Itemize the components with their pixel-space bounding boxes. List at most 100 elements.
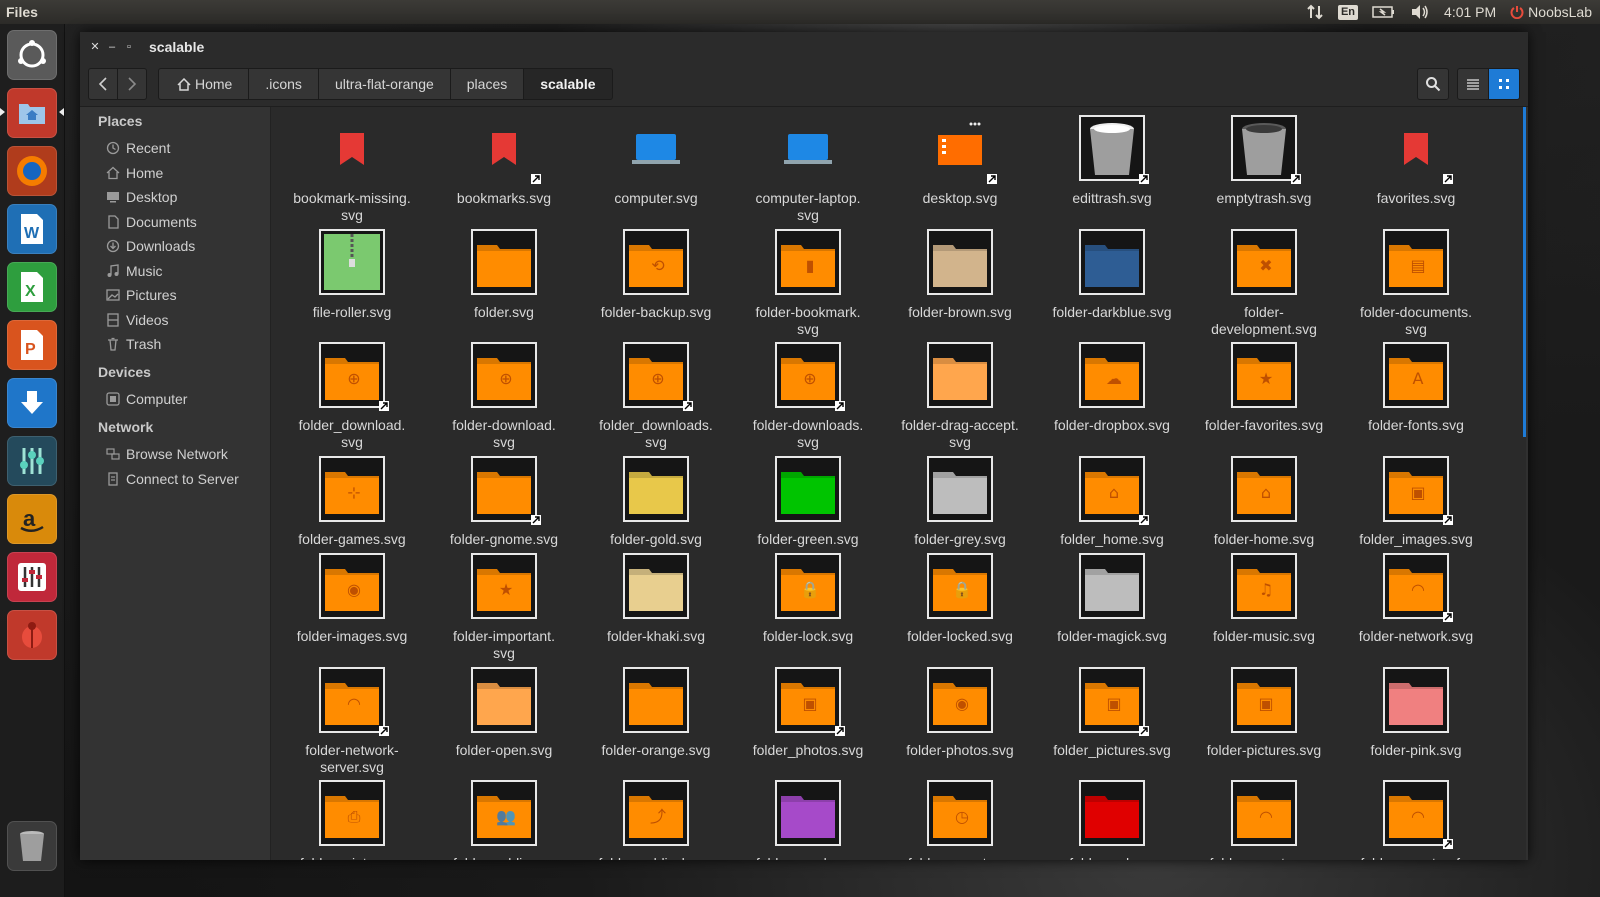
volume-icon[interactable] <box>1410 0 1430 24</box>
file-item[interactable]: ▣ folder_photos.svg <box>733 667 883 777</box>
breadcrumb-item[interactable]: scalable <box>524 68 613 100</box>
libreoffice-impress-icon[interactable]: P <box>7 320 57 370</box>
file-item[interactable]: computer-laptop. svg <box>733 115 883 225</box>
file-item[interactable]: ◷ folder-recent.svg <box>885 780 1035 860</box>
file-item[interactable]: ▣ folder_images.svg <box>1341 456 1491 566</box>
file-item[interactable]: folder-magick.svg <box>1037 553 1187 663</box>
file-item[interactable]: emptytrash.svg <box>1189 115 1339 225</box>
file-item[interactable]: file-roller.svg <box>277 229 427 339</box>
file-item[interactable]: folder-open.svg <box>429 667 579 777</box>
breadcrumb-item[interactable]: ultra-flat-orange <box>318 68 451 100</box>
ubuntu-dash-icon[interactable] <box>7 30 57 80</box>
network-transfer-icon[interactable] <box>1306 0 1324 24</box>
file-item[interactable]: folder-orange.svg <box>581 667 731 777</box>
file-item[interactable]: folder-brown.svg <box>885 229 1035 339</box>
sidebar-item-videos[interactable]: Videos <box>106 309 169 331</box>
sidebar-item-home[interactable]: Home <box>106 162 163 184</box>
file-item[interactable]: bookmark-missing. svg <box>277 115 427 225</box>
file-item[interactable]: 🔒 folder-lock.svg <box>733 553 883 663</box>
file-item[interactable]: folder-gnome.svg <box>429 456 579 566</box>
bug-report-icon[interactable] <box>7 610 57 660</box>
file-item[interactable]: ◠ folder-network.svg <box>1341 553 1491 663</box>
mixer-app-icon[interactable] <box>7 552 57 602</box>
file-item[interactable]: edittrash.svg <box>1037 115 1187 225</box>
file-item[interactable]: folder-red.svg <box>1037 780 1187 860</box>
minimize-icon[interactable]: – <box>106 41 118 53</box>
file-item[interactable]: ⊕ folder_download. svg <box>277 342 427 452</box>
window-titlebar[interactable]: ✕ – ▫ scalable <box>80 32 1528 62</box>
file-item[interactable]: ⌂ folder-home.svg <box>1189 456 1339 566</box>
list-view-button[interactable] <box>1457 68 1489 100</box>
file-item[interactable]: ⊕ folder_downloads. svg <box>581 342 731 452</box>
file-item[interactable]: ◠ folder-remote.svg <box>1189 780 1339 860</box>
sidebar-item-computer[interactable]: Computer <box>106 388 187 410</box>
file-item[interactable]: ☁ folder-dropbox.svg <box>1037 342 1187 452</box>
scrollbar[interactable] <box>1523 107 1526 437</box>
sidebar-item-documents[interactable]: Documents <box>106 211 197 233</box>
libreoffice-writer-icon[interactable]: W <box>7 204 57 254</box>
amazon-icon[interactable]: a <box>7 494 57 544</box>
file-item[interactable]: computer.svg <box>581 115 731 225</box>
keyboard-layout-indicator[interactable]: En <box>1337 0 1359 24</box>
close-icon[interactable]: ✕ <box>89 41 101 53</box>
sidebar-item-downloads[interactable]: Downloads <box>106 235 195 257</box>
maximize-icon[interactable]: ▫ <box>123 41 135 53</box>
sidebar-item-trash[interactable]: Trash <box>106 333 161 355</box>
sidebar-item-music[interactable]: Music <box>106 260 163 282</box>
file-item[interactable]: ⟲ folder-backup.svg <box>581 229 731 339</box>
file-item[interactable]: folder-khaki.svg <box>581 553 731 663</box>
file-item[interactable]: ⊕ folder-download. svg <box>429 342 579 452</box>
file-item[interactable]: desktop.svg <box>885 115 1035 225</box>
file-item[interactable]: 🔒 folder-locked.svg <box>885 553 1035 663</box>
sidebar-item-browse-network[interactable]: Browse Network <box>106 443 228 465</box>
file-item[interactable]: ⊕ folder-downloads. svg <box>733 342 883 452</box>
file-item[interactable]: ♫ folder-music.svg <box>1189 553 1339 663</box>
file-item[interactable]: folder-gold.svg <box>581 456 731 566</box>
file-item[interactable]: ★ folder-favorites.svg <box>1189 342 1339 452</box>
session-menu[interactable]: NoobsLab <box>1510 0 1592 24</box>
battery-icon[interactable] <box>1372 0 1396 24</box>
file-item[interactable]: folder-grey.svg <box>885 456 1035 566</box>
file-item[interactable]: ◉ folder-images.svg <box>277 553 427 663</box>
file-item[interactable]: 👥 folder-public.svg <box>429 780 579 860</box>
file-item[interactable]: ⊹ folder-games.svg <box>277 456 427 566</box>
system-settings-icon[interactable] <box>7 436 57 486</box>
file-item[interactable]: ⎙ folder-printer.svg <box>277 780 427 860</box>
file-item[interactable]: ⤴ folder-publicshare. svg <box>581 780 731 860</box>
firefox-icon[interactable] <box>7 146 57 196</box>
file-item[interactable]: ⌂ folder_home.svg <box>1037 456 1187 566</box>
files-app-icon[interactable] <box>7 88 57 138</box>
breadcrumb-item[interactable]: .icons <box>249 68 319 100</box>
file-item[interactable]: bookmarks.svg <box>429 115 579 225</box>
file-item[interactable]: ▣ folder-pictures.svg <box>1189 667 1339 777</box>
sidebar-item-desktop[interactable]: Desktop <box>106 186 177 208</box>
grid-view-button[interactable] <box>1489 68 1520 100</box>
clock[interactable]: 4:01 PM <box>1444 0 1496 24</box>
file-item[interactable]: ▤ folder-documents. svg <box>1341 229 1491 339</box>
back-button[interactable] <box>88 68 118 100</box>
file-item[interactable]: folder-pink.svg <box>1341 667 1491 777</box>
sidebar-item-connect-to-server[interactable]: Connect to Server <box>106 468 239 490</box>
file-item[interactable]: folder-purple.svg <box>733 780 883 860</box>
forward-button[interactable] <box>118 68 147 100</box>
file-item[interactable]: folder.svg <box>429 229 579 339</box>
breadcrumb-item[interactable]: places <box>450 68 525 100</box>
file-item[interactable]: ▮ folder-bookmark. svg <box>733 229 883 339</box>
sidebar-item-recent[interactable]: Recent <box>106 137 170 159</box>
libreoffice-calc-icon[interactable]: X <box>7 262 57 312</box>
sidebar-item-pictures[interactable]: Pictures <box>106 284 177 306</box>
file-item[interactable]: folder-drag-accept. svg <box>885 342 1035 452</box>
file-item[interactable]: folder-darkblue.svg <box>1037 229 1187 339</box>
file-item[interactable]: ◠ folder-network- server.svg <box>277 667 427 777</box>
search-button[interactable] <box>1417 68 1449 100</box>
file-item[interactable]: ▣ folder_pictures.svg <box>1037 667 1187 777</box>
trash-launcher-icon[interactable] <box>7 821 57 871</box>
breadcrumb-item[interactable]: Home <box>158 68 250 100</box>
file-item[interactable]: folder-green.svg <box>733 456 883 566</box>
file-item[interactable]: Afolder-fonts.svg <box>1341 342 1491 452</box>
file-item[interactable]: ✖ folder- development.svg <box>1189 229 1339 339</box>
file-item[interactable]: ★ folder-important. svg <box>429 553 579 663</box>
ubuntu-software-icon[interactable] <box>7 378 57 428</box>
file-item[interactable]: ◠ folder-remote-afp. svg <box>1341 780 1491 860</box>
app-menu-title[interactable]: Files <box>6 0 38 24</box>
